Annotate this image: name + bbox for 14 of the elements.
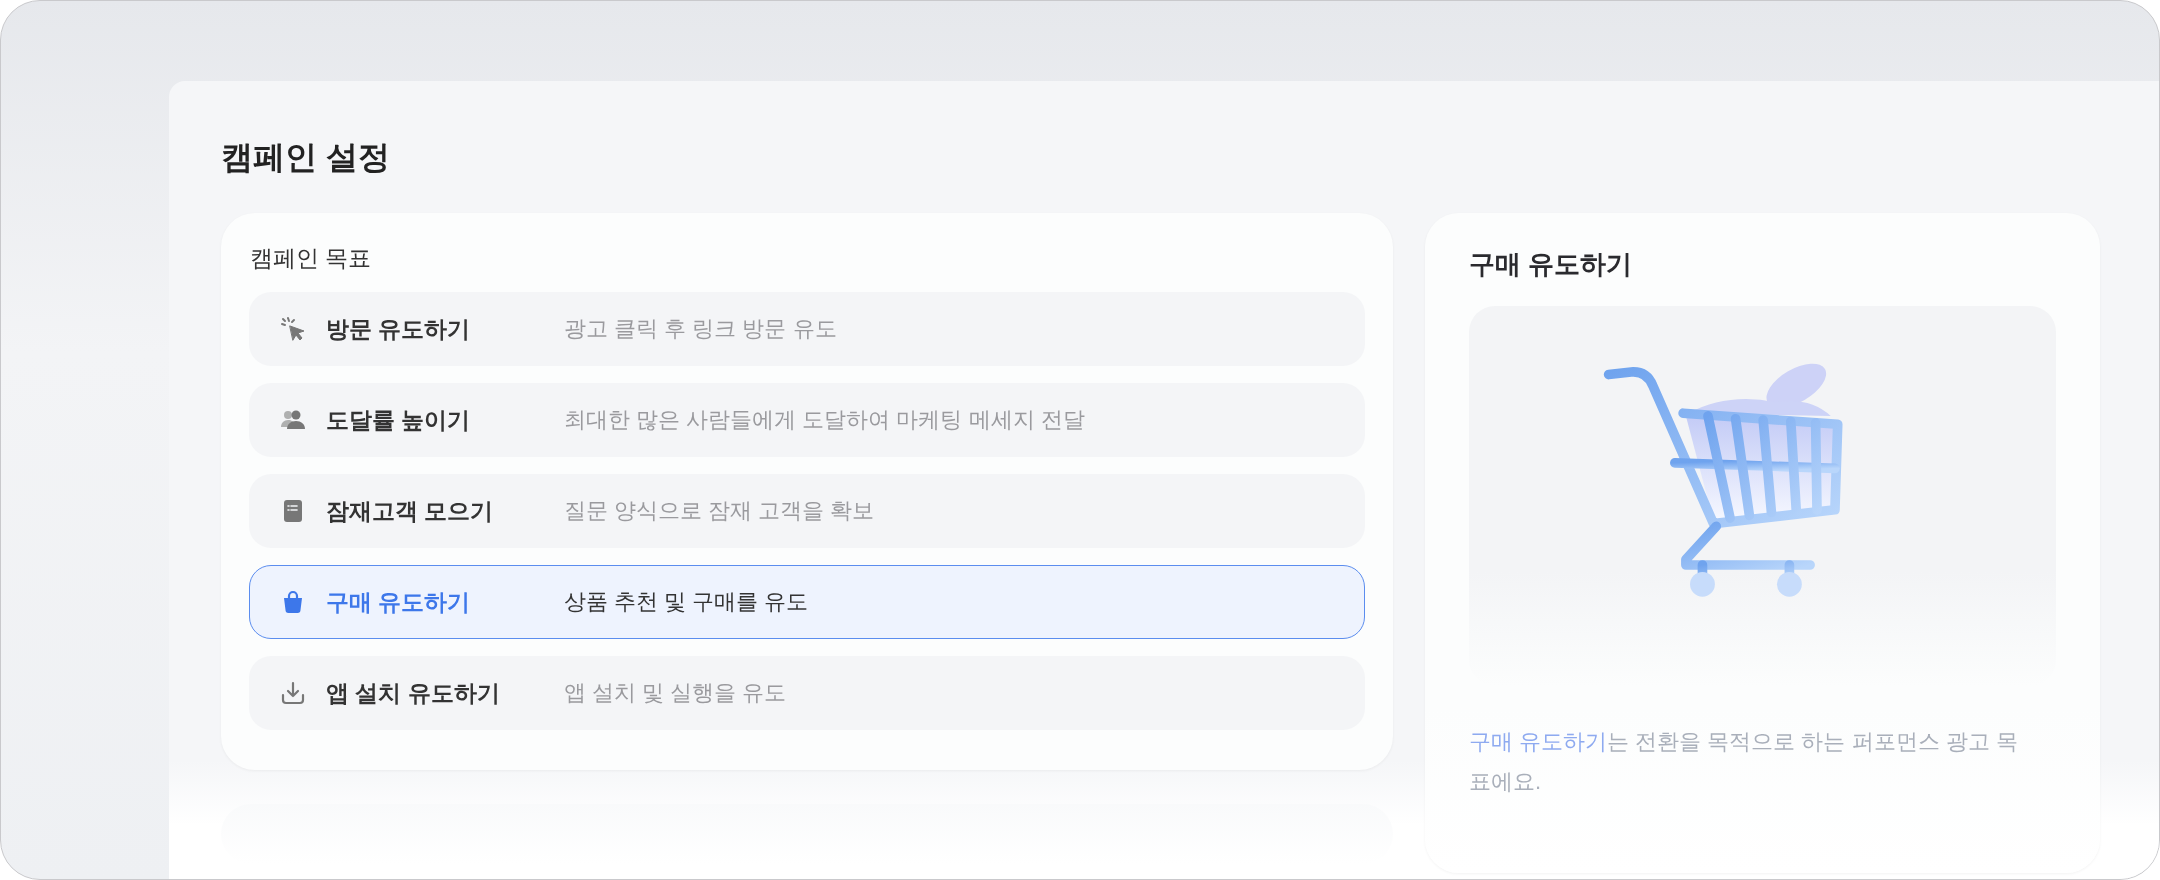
objective-option[interactable]: 잠재고객 모으기 질문 양식으로 잠재 고객을 확보 — [249, 474, 1365, 548]
objective-option[interactable]: 방문 유도하기 광고 클릭 후 링크 방문 유도 — [249, 292, 1365, 366]
page-title: 캠페인 설정 — [221, 138, 390, 177]
people-icon — [280, 409, 306, 431]
objective-option[interactable]: 앱 설치 유도하기 앱 설치 및 실행을 유도 — [249, 656, 1365, 730]
objective-option[interactable]: 도달률 높이기 최대한 많은 사람들에게 도달하여 마케팅 메세지 전달 — [249, 383, 1365, 457]
detail-description: 구매 유도하기는 전환을 목적으로 하는 퍼포먼스 광고 목표에요. — [1469, 728, 2019, 796]
detail-title: 구매 유도하기 — [1469, 248, 1633, 281]
form-icon — [283, 499, 303, 523]
card-title: 캠페인 목표 — [250, 244, 372, 273]
download-icon — [280, 680, 306, 706]
shopping-bag-icon — [281, 590, 305, 614]
cursor-click-icon — [280, 316, 306, 342]
objective-option[interactable]: 구매 유도하기 상품 추천 및 구매를 유도 — [249, 565, 1365, 639]
